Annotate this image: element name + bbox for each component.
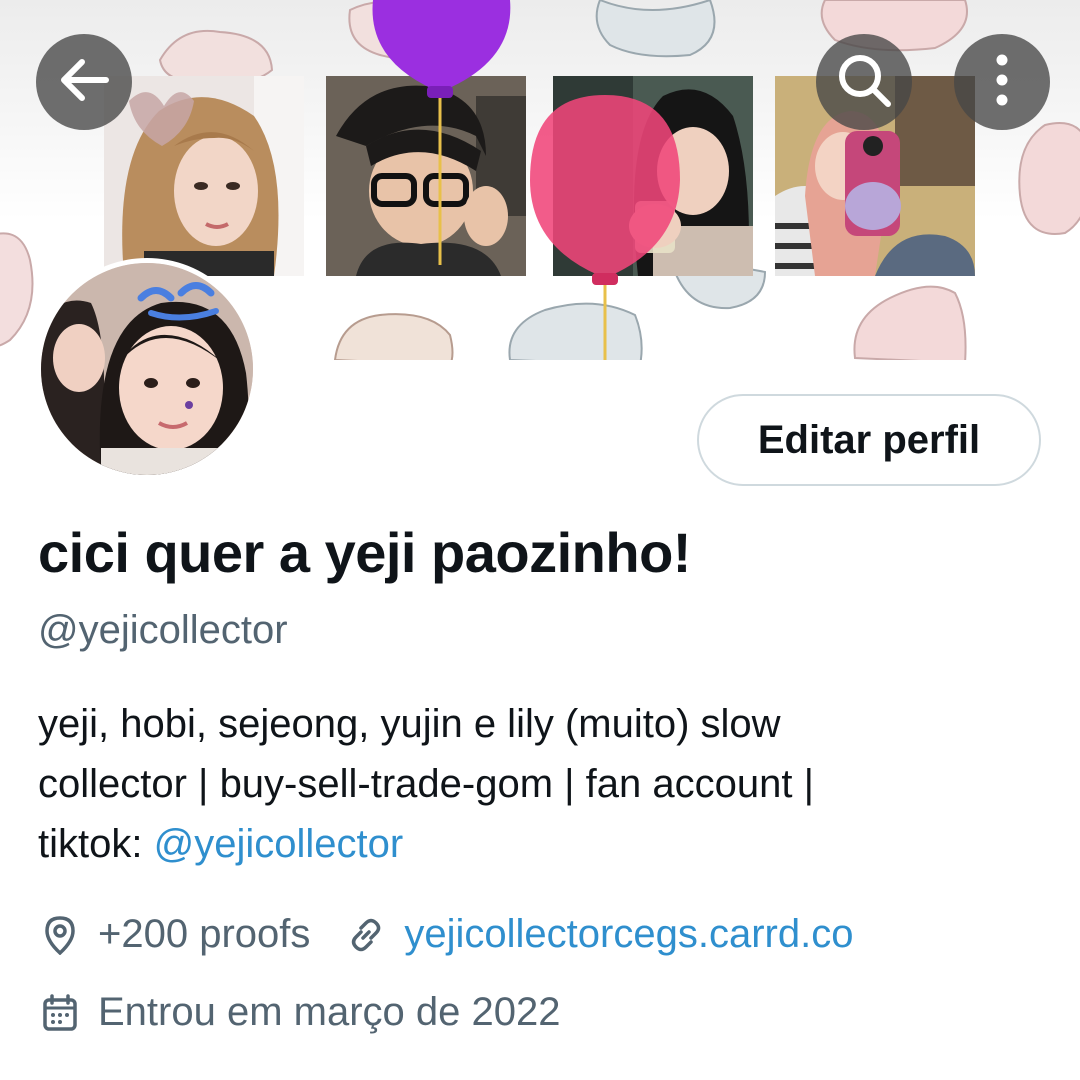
banner-blob [595,0,716,58]
profile-meta-row: +200 proofs yejicollectorcegs.carrd.co [38,912,853,957]
arrow-left-icon [56,52,112,113]
edit-profile-button[interactable]: Editar perfil [697,394,1041,486]
banner-photo-1 [104,76,304,276]
banner-blob [853,285,967,360]
bio-line: yeji, hobi, sejeong, yujin e lily (muito… [38,702,781,746]
website-link[interactable]: yejicollectorcegs.carrd.co [404,912,853,957]
bio-line: tiktok: @yejicollector [38,814,1038,874]
profile-page: Editar perfil cici quer a yeji paozinho!… [0,0,1080,1080]
display-name: cici quer a yeji paozinho! [38,521,691,584]
back-button[interactable] [36,34,132,130]
avatar[interactable] [36,258,258,480]
more-options-button[interactable] [954,34,1050,130]
bio-text: tiktok: [38,822,154,866]
purple-balloon-decoration [372,0,511,265]
location-text: +200 proofs [98,912,311,956]
calendar-icon [38,991,82,1035]
profile-meta-row: Entrou em março de 2022 [38,990,560,1035]
search-button[interactable] [816,34,912,130]
banner-blob [1018,122,1080,235]
banner-blob [333,313,454,360]
search-icon [834,50,894,115]
bio-line: collector | buy-sell-trade-gom | fan acc… [38,762,814,806]
tiktok-handle-link[interactable]: @yejicollector [154,822,404,866]
more-vertical-icon [992,50,1012,115]
bio: yeji, hobi, sejeong, yujin e lily (muito… [38,694,1038,874]
banner-blob [0,232,34,347]
link-icon [344,913,388,957]
pink-balloon-decoration [530,95,680,360]
location-pin-icon [38,913,82,957]
join-date-text: Entrou em março de 2022 [98,990,561,1034]
user-handle: @yejicollector [38,608,288,652]
